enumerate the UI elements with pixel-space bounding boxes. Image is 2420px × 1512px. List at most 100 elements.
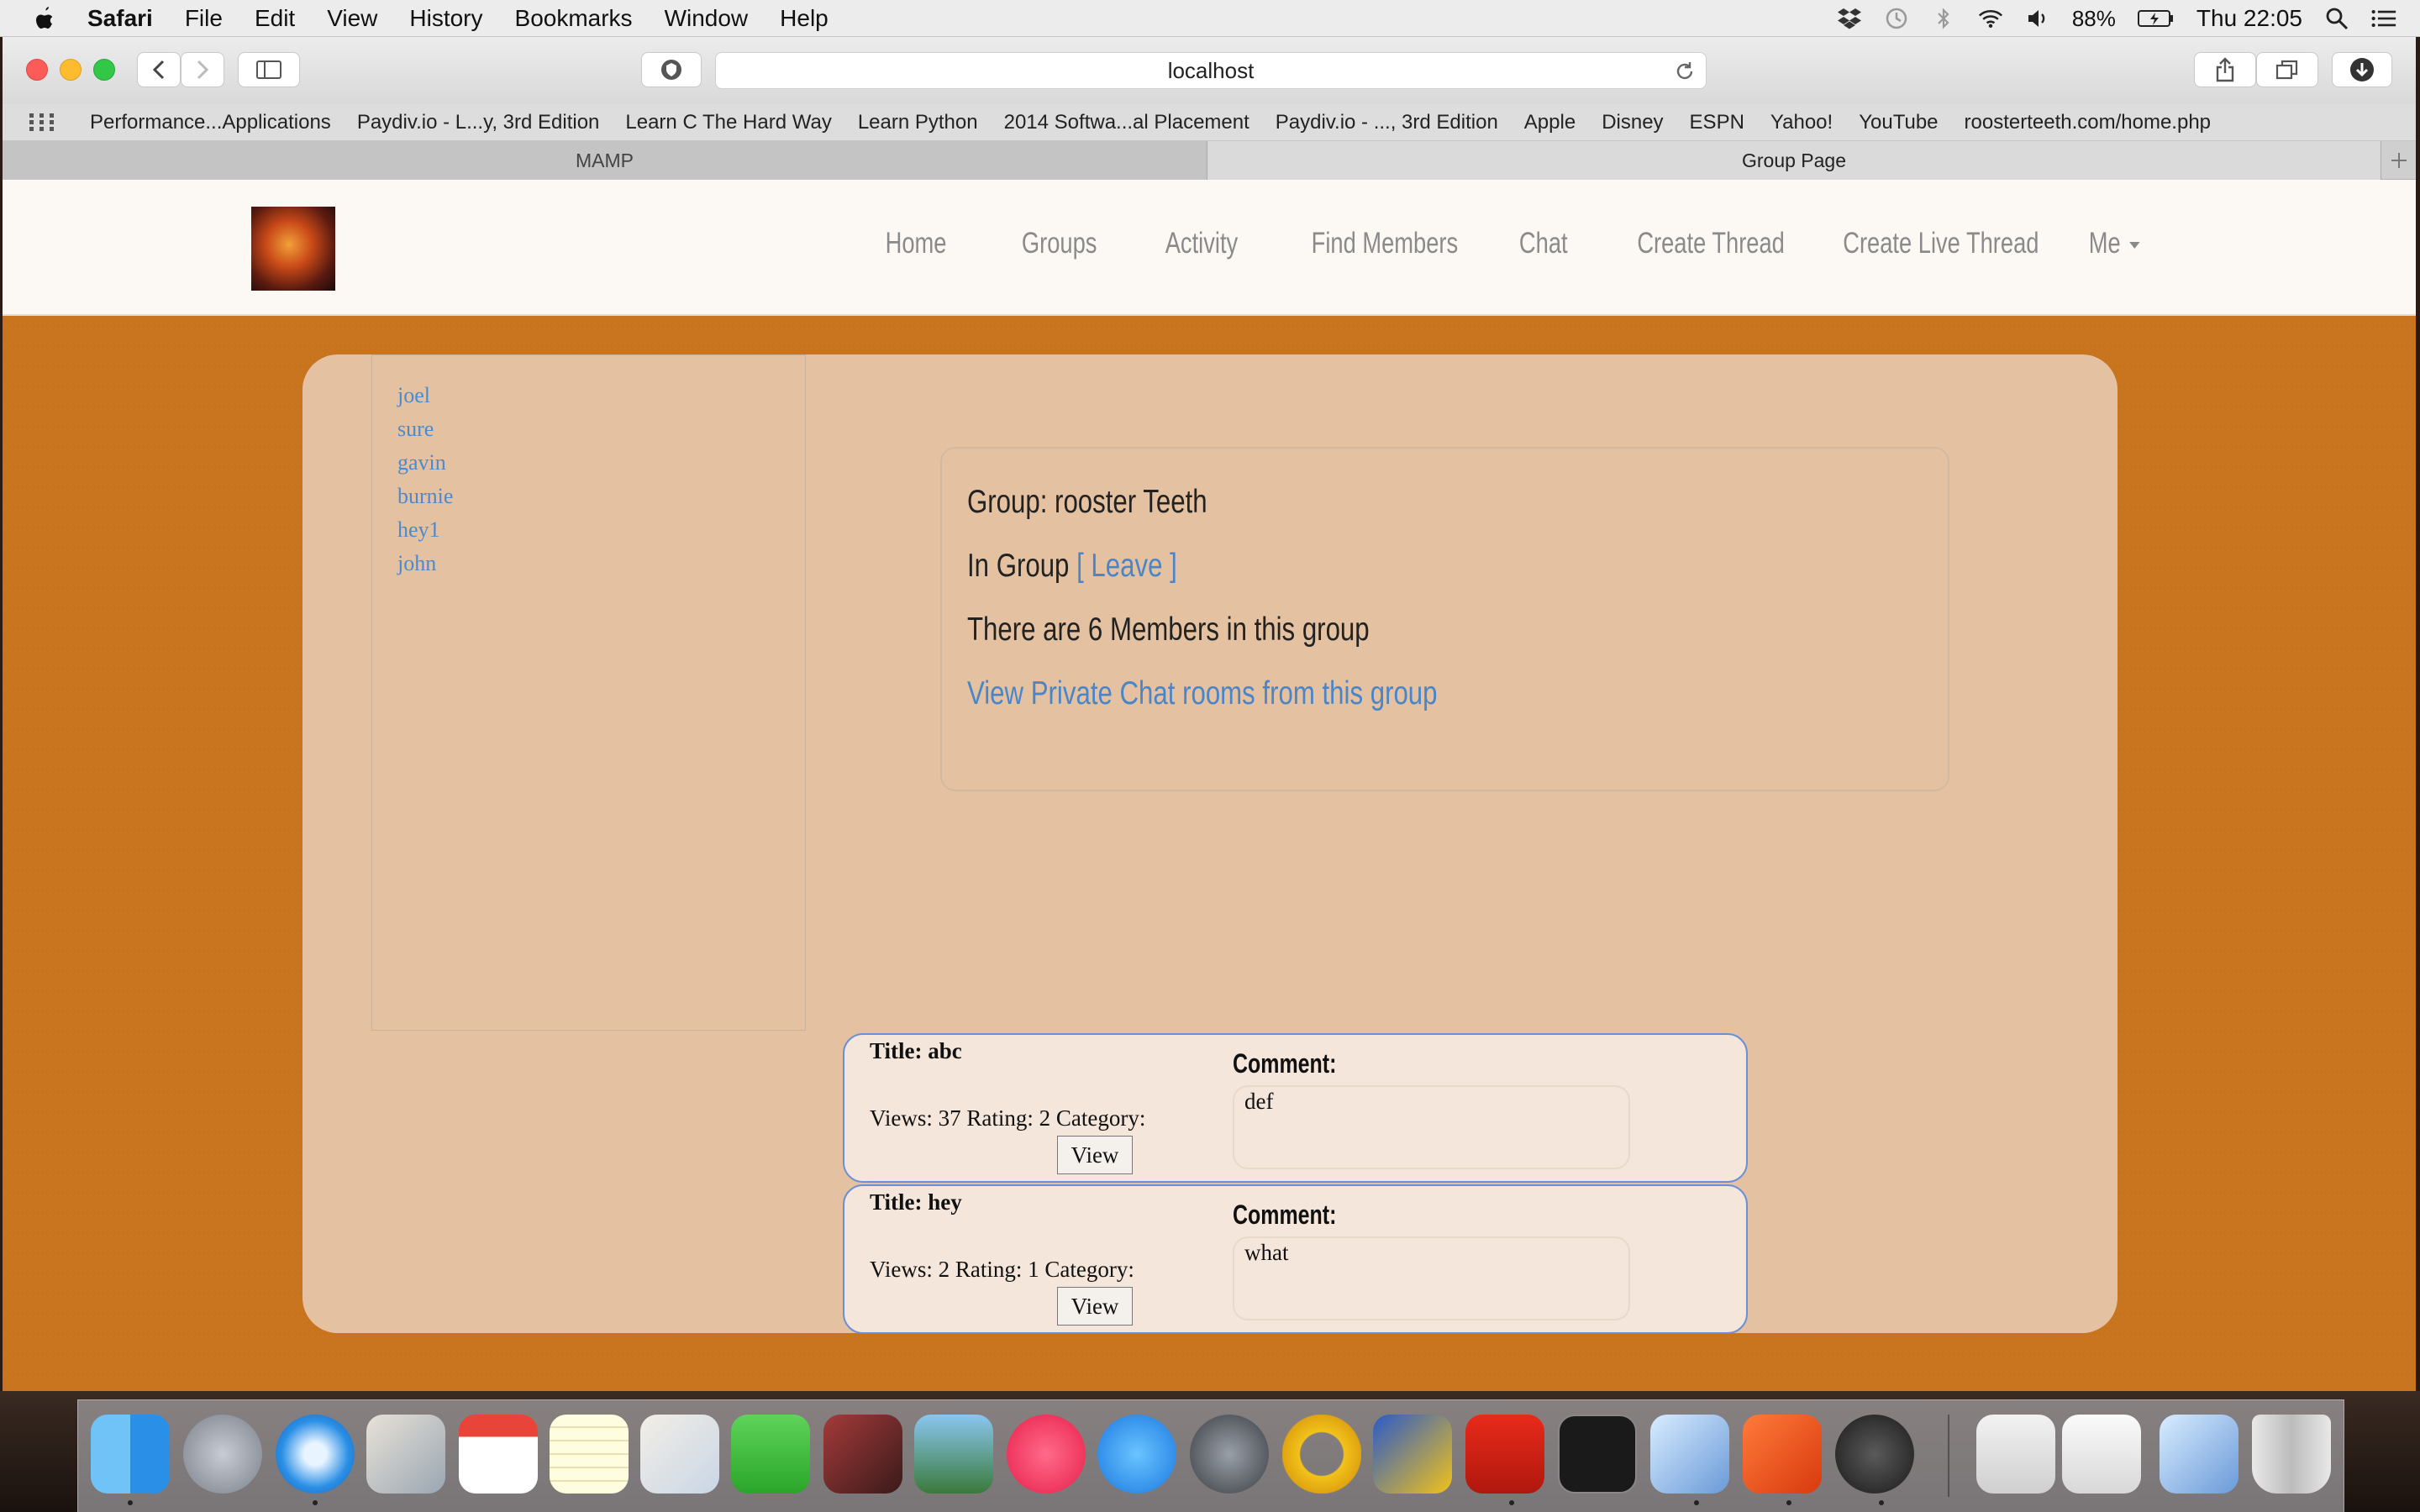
launchpad-icon[interactable] <box>183 1415 262 1494</box>
wifi-icon[interactable] <box>1978 6 2003 31</box>
photobooth-icon[interactable] <box>823 1415 902 1494</box>
bluetooth-icon[interactable] <box>1931 6 1956 31</box>
thread-card: Title: abc Views: 37 Rating: 2 Category:… <box>843 1033 1748 1183</box>
nav-activity[interactable]: Activity <box>1165 227 1238 260</box>
menu-view[interactable]: View <box>327 5 377 32</box>
member-link-joel[interactable]: joel <box>397 383 430 408</box>
bookmark-item[interactable]: Paydiv.io - ..., 3rd Edition <box>1276 111 1498 134</box>
menu-app-name[interactable]: Safari <box>87 5 153 32</box>
new-tab-button[interactable] <box>2381 141 2416 180</box>
mamp-icon[interactable] <box>1835 1415 1914 1494</box>
nav-groups[interactable]: Groups <box>1022 227 1097 260</box>
facetime-icon[interactable] <box>731 1415 810 1494</box>
group-membership-status: In Group [ Leave ] <box>967 548 1177 585</box>
running-indicator <box>1509 1500 1514 1505</box>
system-preferences-icon[interactable] <box>1190 1415 1269 1494</box>
running-indicator <box>1694 1500 1699 1505</box>
tab-overview-button[interactable] <box>2256 52 2318 87</box>
terminal-icon[interactable] <box>1558 1415 1637 1494</box>
nav-chat[interactable]: Chat <box>1519 227 1568 260</box>
preview-icon[interactable] <box>366 1415 445 1494</box>
downloads-button[interactable] <box>2332 52 2392 87</box>
acrobat-icon[interactable] <box>1465 1415 1544 1494</box>
menu-edit[interactable]: Edit <box>255 5 295 32</box>
bookmark-item[interactable]: Learn Python <box>858 111 978 134</box>
virtualbox-window-icon[interactable] <box>2160 1415 2238 1494</box>
iphoto-icon[interactable] <box>914 1415 993 1494</box>
running-indicator <box>128 1500 133 1505</box>
bookmark-item[interactable]: Disney <box>1602 111 1663 134</box>
forward-button[interactable] <box>181 52 224 87</box>
menu-history[interactable]: History <box>409 5 482 32</box>
zoom-window-button[interactable] <box>93 59 115 81</box>
bookmark-item[interactable]: YouTube <box>1859 111 1938 134</box>
menu-bookmarks[interactable]: Bookmarks <box>515 5 633 32</box>
app-store-icon[interactable] <box>1097 1415 1176 1494</box>
nav-me[interactable]: Me <box>2089 227 2140 260</box>
menu-file[interactable]: File <box>185 5 223 32</box>
downloads-stack-icon[interactable] <box>2062 1415 2141 1494</box>
minimize-window-button[interactable] <box>60 59 82 81</box>
nav-create-live-thread[interactable]: Create Live Thread <box>1843 227 2039 260</box>
bookmark-item[interactable]: Apple <box>1524 111 1576 134</box>
private-chat-rooms-link[interactable]: View Private Chat rooms from this group <box>967 675 1438 712</box>
menu-help[interactable]: Help <box>780 5 829 32</box>
document-stack-icon[interactable] <box>1976 1415 2055 1494</box>
menu-window[interactable]: Window <box>665 5 749 32</box>
site-logo[interactable] <box>251 207 335 291</box>
apple-icon[interactable] <box>32 4 57 33</box>
finder-icon[interactable] <box>91 1415 170 1494</box>
opera-icon[interactable] <box>1282 1415 1361 1494</box>
share-button[interactable] <box>2194 52 2256 87</box>
powerpoint-icon[interactable] <box>1743 1415 1822 1494</box>
notes-icon[interactable] <box>550 1415 629 1494</box>
sidebar-toggle-button[interactable] <box>238 52 300 87</box>
back-button[interactable] <box>137 52 181 87</box>
battery-percent[interactable]: 88% <box>2072 6 2116 32</box>
trash-icon[interactable] <box>2252 1415 2331 1494</box>
nav-home[interactable]: Home <box>886 227 947 260</box>
bookmark-item[interactable]: 2014 Softwa...al Placement <box>1004 111 1249 134</box>
clock[interactable]: Thu 22:05 <box>2196 5 2302 32</box>
leave-group-link[interactable]: [ Leave ] <box>1076 548 1177 584</box>
web-page: Home Groups Activity Find Members Chat C… <box>3 180 2416 1396</box>
photo-booth-icon[interactable] <box>640 1415 719 1494</box>
nav-find-members[interactable]: Find Members <box>1312 227 1458 260</box>
safari-icon[interactable] <box>276 1415 355 1494</box>
privacy-button[interactable] <box>641 52 702 87</box>
notification-center-icon[interactable] <box>2371 6 2396 31</box>
battery-icon[interactable] <box>2137 6 2175 31</box>
nav-create-thread[interactable]: Create Thread <box>1637 227 1785 260</box>
reload-icon[interactable] <box>1674 60 1696 82</box>
bookmark-item[interactable]: Paydiv.io - L...y, 3rd Edition <box>357 111 600 134</box>
member-link-john[interactable]: john <box>397 551 436 576</box>
address-bar[interactable]: localhost <box>715 52 1707 89</box>
member-link-sure[interactable]: sure <box>397 417 434 442</box>
bookmark-item[interactable]: roosterteeth.com/home.php <box>1965 111 2212 134</box>
view-thread-button[interactable]: View <box>1057 1287 1133 1326</box>
winzip-icon[interactable] <box>1373 1415 1452 1494</box>
bookmark-item[interactable]: Yahoo! <box>1770 111 1833 134</box>
calendar-icon[interactable] <box>459 1415 538 1494</box>
bookmark-item[interactable]: ESPN <box>1690 111 1744 134</box>
thread-meta: Views: 37 Rating: 2 Category: <box>870 1105 1146 1131</box>
sidebar-icon <box>256 60 281 79</box>
close-window-button[interactable] <box>26 59 48 81</box>
view-thread-button[interactable]: View <box>1057 1136 1133 1174</box>
member-link-gavin[interactable]: gavin <box>397 450 446 475</box>
bookmark-item[interactable]: Performance...Applications <box>90 111 331 134</box>
member-link-burnie[interactable]: burnie <box>397 484 453 509</box>
tab-mamp[interactable]: MAMP <box>3 141 1207 180</box>
volume-icon[interactable] <box>2025 6 2050 31</box>
dropbox-icon[interactable] <box>1837 6 1862 31</box>
chevron-right-icon <box>197 60 209 80</box>
itunes-icon[interactable] <box>1007 1415 1086 1494</box>
download-icon <box>2350 58 2374 81</box>
time-machine-icon[interactable] <box>1884 6 1909 31</box>
spotlight-search-icon[interactable] <box>2324 6 2349 31</box>
top-sites-icon[interactable] <box>29 113 55 132</box>
member-link-hey1[interactable]: hey1 <box>397 517 440 543</box>
bookmark-item[interactable]: Learn C The Hard Way <box>625 111 831 134</box>
virtualbox-icon[interactable] <box>1650 1415 1729 1494</box>
tab-group-page[interactable]: Group Page <box>1207 141 2381 180</box>
